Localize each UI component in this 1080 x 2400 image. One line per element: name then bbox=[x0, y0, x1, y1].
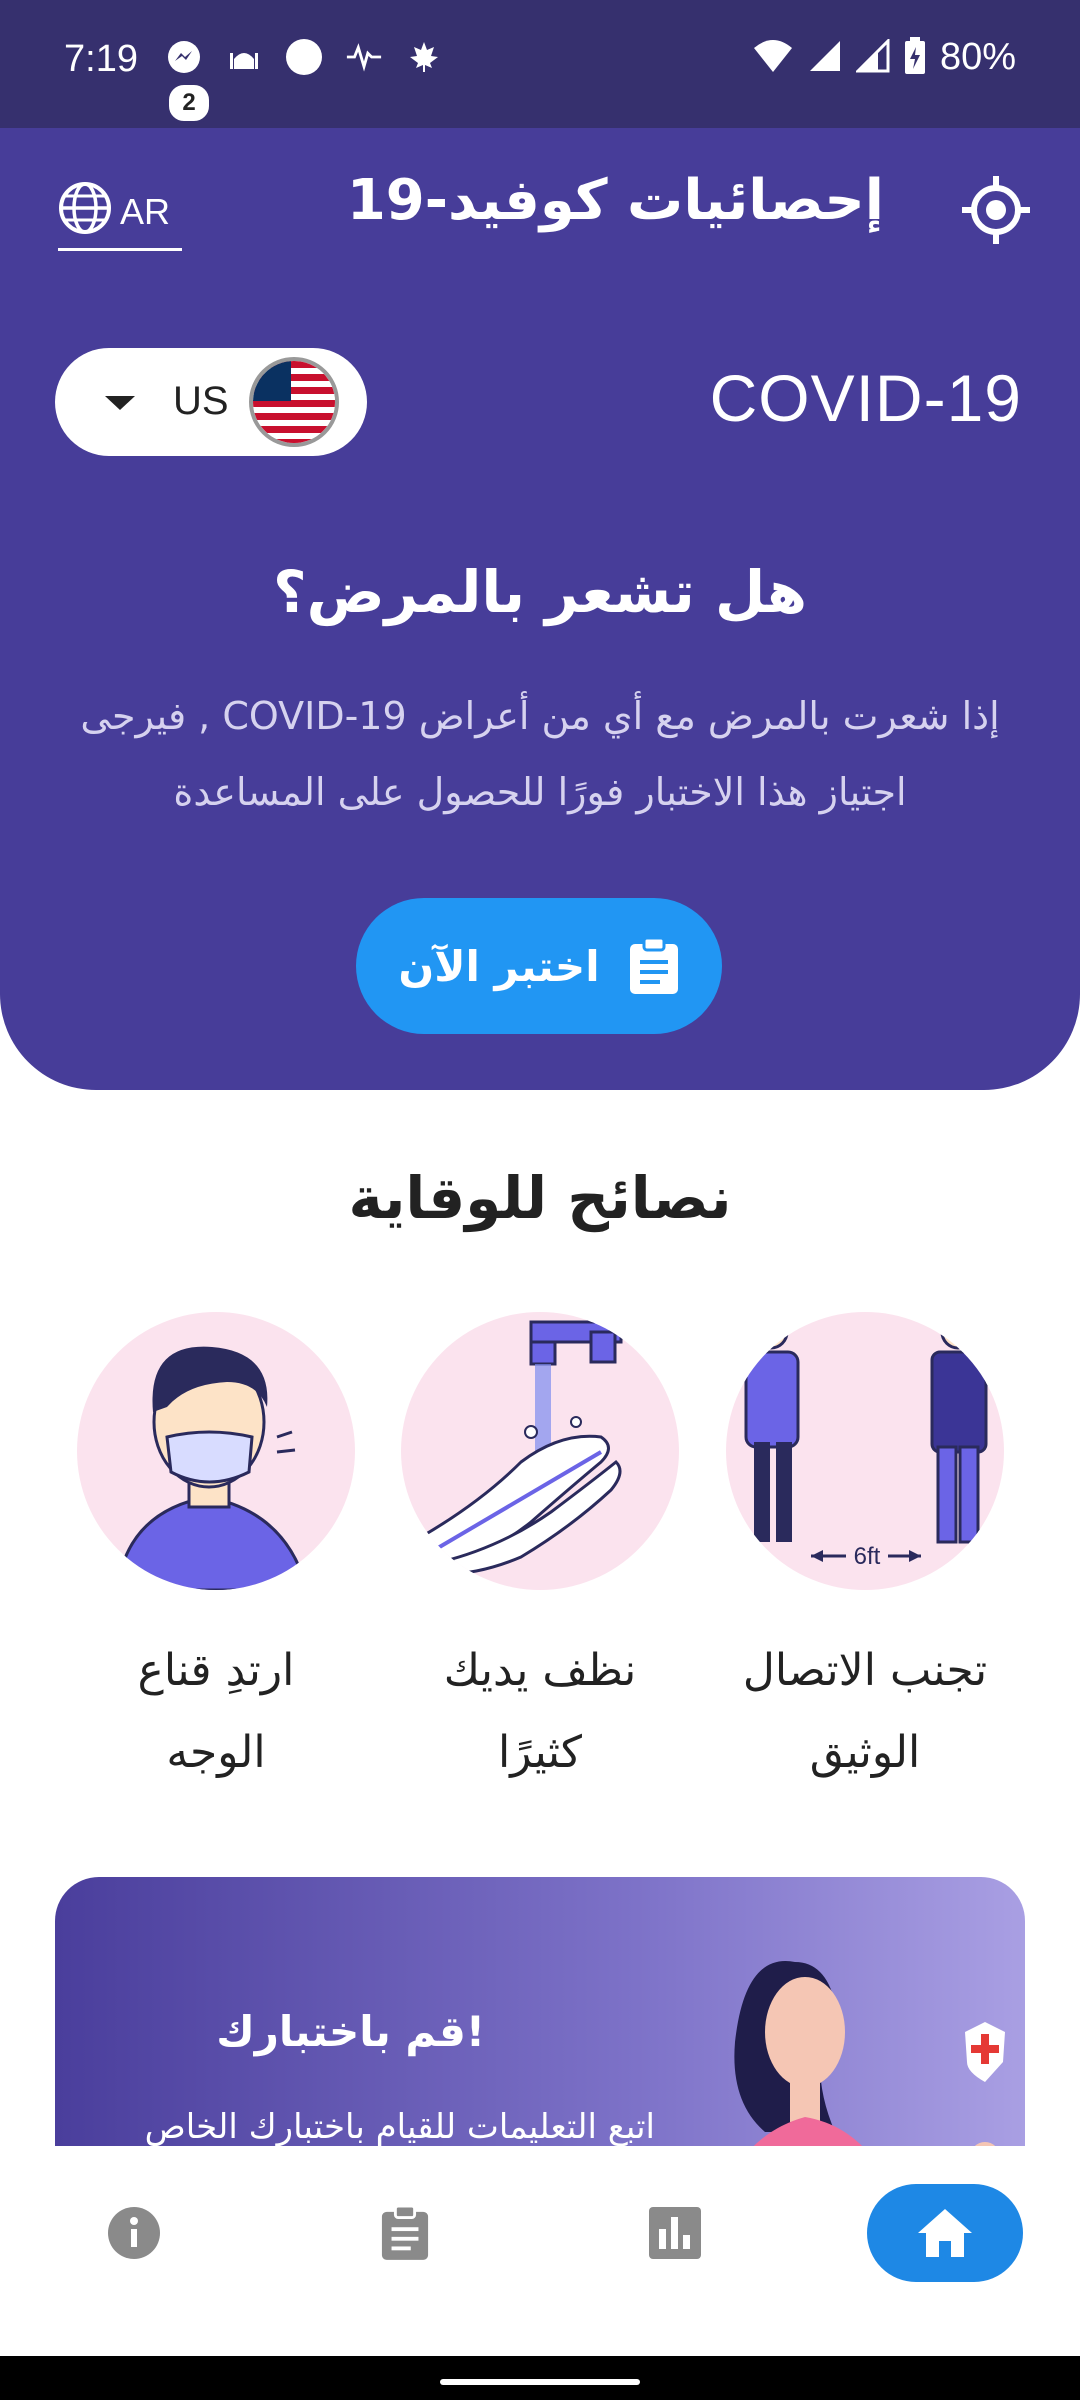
battery-percent: 80% bbox=[939, 36, 1016, 78]
covid-label: COVID-19 bbox=[709, 361, 1022, 435]
mask-illustration bbox=[77, 1312, 355, 1590]
info-icon bbox=[108, 2207, 160, 2259]
distance-label: 6ft bbox=[854, 1543, 881, 1570]
nav-statistics[interactable] bbox=[597, 2184, 753, 2282]
handwash-illustration bbox=[401, 1312, 679, 1590]
messenger-icon bbox=[165, 38, 203, 76]
language-button[interactable]: AR bbox=[58, 176, 182, 251]
bar-chart-icon bbox=[649, 2207, 701, 2259]
prevention-title: نصائح للوقاية bbox=[348, 1164, 732, 1232]
page-title: إحصائيات كوفيد-19 bbox=[346, 168, 884, 233]
distance-illustration: 6ft bbox=[726, 1312, 1004, 1590]
clipboard-icon bbox=[381, 2204, 429, 2260]
pulse-icon bbox=[345, 38, 383, 76]
system-icons: 80% bbox=[752, 36, 1016, 79]
signal-icon-2 bbox=[854, 36, 890, 77]
us-flag-icon bbox=[249, 357, 339, 447]
country-selector[interactable]: US bbox=[55, 348, 367, 456]
notification-icons bbox=[165, 38, 443, 76]
tip-label-line2: الوجه bbox=[166, 1727, 266, 1778]
tip-label-line1: نظف يديك bbox=[443, 1645, 637, 1696]
battery-icon bbox=[904, 36, 926, 79]
home-gesture-handle[interactable] bbox=[440, 2379, 640, 2385]
test-now-label: اختبر الآن bbox=[398, 941, 600, 991]
circle-icon bbox=[285, 38, 323, 76]
globe-icon bbox=[58, 181, 112, 244]
tip-label-line1: تجنب الاتصال bbox=[742, 1645, 988, 1696]
tip-avoid-contact: 6ft تجنب الاتصال الوثيق bbox=[725, 1312, 1005, 1794]
system-navigation-bar bbox=[0, 2356, 1080, 2400]
location-button[interactable] bbox=[956, 170, 1036, 250]
status-time: 7:19 bbox=[64, 38, 138, 80]
nav-info[interactable] bbox=[56, 2184, 212, 2282]
tip-wear-mask: ارتدِ قناع الوجه bbox=[76, 1312, 356, 1794]
tip-label: نظف يديك كثيرًا bbox=[400, 1630, 680, 1794]
banner-title: قم باختبارك! bbox=[216, 2007, 485, 2056]
nav-tests[interactable] bbox=[327, 2184, 483, 2282]
sick-title: هل تشعر بالمرض؟ bbox=[273, 558, 807, 626]
status-bar: 7:19 2 80% bbox=[0, 0, 1080, 128]
language-label: AR bbox=[120, 191, 171, 232]
tip-label: ارتدِ قناع الوجه bbox=[76, 1630, 356, 1794]
bottom-navigation bbox=[0, 2146, 1080, 2356]
tip-wash-hands: نظف يديك كثيرًا bbox=[400, 1312, 680, 1794]
wifi-icon bbox=[752, 38, 794, 78]
nav-home[interactable] bbox=[867, 2184, 1023, 2282]
maple-leaf-icon bbox=[405, 38, 443, 76]
chevron-down-icon bbox=[105, 396, 135, 410]
signal-icon bbox=[808, 39, 842, 77]
tip-label-line2: الوثيق bbox=[809, 1727, 921, 1778]
sick-description: إذا شعرت بالمرض مع أي من أعراض COVID-19 … bbox=[80, 694, 1000, 814]
clipboard-icon bbox=[629, 936, 678, 994]
test-now-button[interactable]: اختبر الآن bbox=[356, 898, 722, 1034]
country-code: US bbox=[173, 379, 229, 423]
tip-label-line1: ارتدِ قناع bbox=[137, 1645, 295, 1696]
hero-section: AR إحصائيات كوفيد-19 US COVID-19 هل تشعر… bbox=[0, 128, 1080, 1090]
tip-label-line2: كثيرًا bbox=[497, 1727, 582, 1778]
tip-label: تجنب الاتصال الوثيق bbox=[725, 1630, 1005, 1794]
notification-count-badge: 2 bbox=[166, 82, 212, 124]
banner-description: اتبع التعليمات للقيام باختبارك الخاص bbox=[144, 2107, 655, 2147]
mosque-icon bbox=[225, 38, 263, 76]
locate-icon bbox=[962, 176, 1030, 244]
home-icon bbox=[918, 2209, 972, 2257]
